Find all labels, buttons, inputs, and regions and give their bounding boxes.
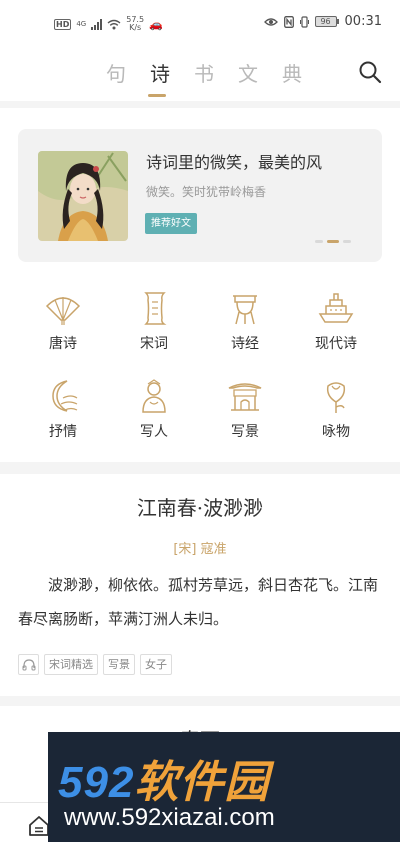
search-icon[interactable] xyxy=(358,60,382,84)
category-label: 唐诗 xyxy=(49,336,77,352)
car-icon: 🚗 xyxy=(149,17,163,31)
carousel-indicator xyxy=(315,240,351,243)
category-shijing[interactable]: 诗经 xyxy=(208,288,282,353)
carousel-dot-active[interactable] xyxy=(327,240,339,243)
ding-vessel-icon xyxy=(233,295,257,325)
poem-card[interactable]: 江南春·波渺渺 [宋] 寇准 波渺渺，柳依依。孤村芳草远，斜日杏花飞。江南春尽离… xyxy=(0,474,400,696)
poem-body: 波渺渺，柳依依。孤村芳草远，斜日杏花飞。江南春尽离肠断，苹满汀洲人未归。 xyxy=(18,576,379,628)
top-header: HD 4G 57.5 K/s 🚗 96 00:31 句 诗 书 文 典 xyxy=(0,0,400,101)
status-bar: HD 4G 57.5 K/s 🚗 96 00:31 xyxy=(0,0,400,44)
category-label: 抒情 xyxy=(49,424,77,440)
wifi-icon xyxy=(107,19,121,29)
featured-article-card[interactable]: 诗词里的微笑，最美的风 微笑。笑时犹带岭梅香 推荐好文 xyxy=(18,129,382,262)
category-label: 诗经 xyxy=(231,336,259,352)
battery-level: 96 xyxy=(314,16,337,27)
flower-icon xyxy=(326,382,346,413)
featured-article-title: 诗词里的微笑，最美的风 xyxy=(146,153,323,172)
pavilion-icon xyxy=(228,383,262,411)
tab-dian[interactable]: 典 xyxy=(279,58,305,87)
fan-icon xyxy=(45,297,81,325)
watermark-number: 592 xyxy=(58,758,135,807)
carousel-dot[interactable] xyxy=(315,240,323,243)
category-songci[interactable]: 宋词 xyxy=(117,288,191,353)
hd-badge: HD xyxy=(54,18,72,30)
poem-tag[interactable]: 写景 xyxy=(103,654,135,675)
nfc-icon xyxy=(283,15,294,28)
category-xiejing[interactable]: 写景 xyxy=(208,376,282,441)
headphones-icon xyxy=(22,658,35,670)
category-label: 咏物 xyxy=(322,424,350,440)
clock: 00:31 xyxy=(344,14,382,29)
category-label: 现代诗 xyxy=(315,336,357,352)
poem-title: 江南春·波渺渺 xyxy=(136,496,264,520)
network-speed: 57.5 K/s xyxy=(126,16,144,32)
tab-shu[interactable]: 书 xyxy=(191,58,217,87)
category-tangshi[interactable]: 唐诗 xyxy=(26,288,100,353)
category-label: 宋词 xyxy=(140,336,168,352)
poem-tags: 宋词精选 写景 女子 xyxy=(18,654,172,675)
speed-unit: K/s xyxy=(129,23,142,32)
home-icon[interactable] xyxy=(28,815,50,837)
person-icon xyxy=(142,379,166,413)
category-xiandaishi[interactable]: 现代诗 xyxy=(299,288,373,353)
watermark-overlay: 592软件园 www.592xiazai.com xyxy=(48,732,400,842)
scroll-icon xyxy=(144,292,167,325)
poem-tag[interactable]: 女子 xyxy=(140,654,172,675)
category-tabs: 句 诗 书 文 典 xyxy=(103,58,305,87)
status-left: HD 4G 57.5 K/s 🚗 xyxy=(54,16,163,32)
listen-button[interactable] xyxy=(18,654,39,675)
tab-wen[interactable]: 文 xyxy=(235,58,261,87)
watermark-url: www.592xiazai.com xyxy=(64,804,275,831)
battery-icon: 96 xyxy=(314,16,339,27)
category-label: 写人 xyxy=(140,424,168,440)
recommend-badge: 推荐好文 xyxy=(145,213,197,234)
category-shuqing[interactable]: 抒情 xyxy=(26,376,100,441)
category-xieren[interactable]: 写人 xyxy=(117,376,191,441)
featured-article-subtitle: 微笑。笑时犹带岭梅香 xyxy=(146,185,267,199)
featured-article-image xyxy=(38,151,128,241)
category-yongwu[interactable]: 咏物 xyxy=(299,376,373,441)
category-grid: 唐诗 宋词 诗经 现代诗 抒情 写人 写景 咏物 xyxy=(0,274,400,462)
tab-ju[interactable]: 句 xyxy=(103,58,129,87)
poem-author[interactable]: [宋] 寇准 xyxy=(0,538,400,557)
category-label: 写景 xyxy=(231,424,259,440)
ship-icon xyxy=(318,293,354,323)
watermark-brand: 592软件园 xyxy=(58,746,269,810)
signal-icon xyxy=(91,18,103,30)
active-tab-indicator xyxy=(148,94,166,97)
poem-tag[interactable]: 宋词精选 xyxy=(44,654,98,675)
status-right: 96 00:31 xyxy=(263,14,382,29)
moon-icon xyxy=(52,380,78,412)
vibrate-icon xyxy=(299,15,309,28)
carousel-dot[interactable] xyxy=(343,240,351,243)
tab-shi[interactable]: 诗 xyxy=(147,58,173,87)
watermark-text: 软件园 xyxy=(134,758,270,807)
eye-icon xyxy=(263,17,278,26)
network-type: 4G xyxy=(76,20,87,28)
